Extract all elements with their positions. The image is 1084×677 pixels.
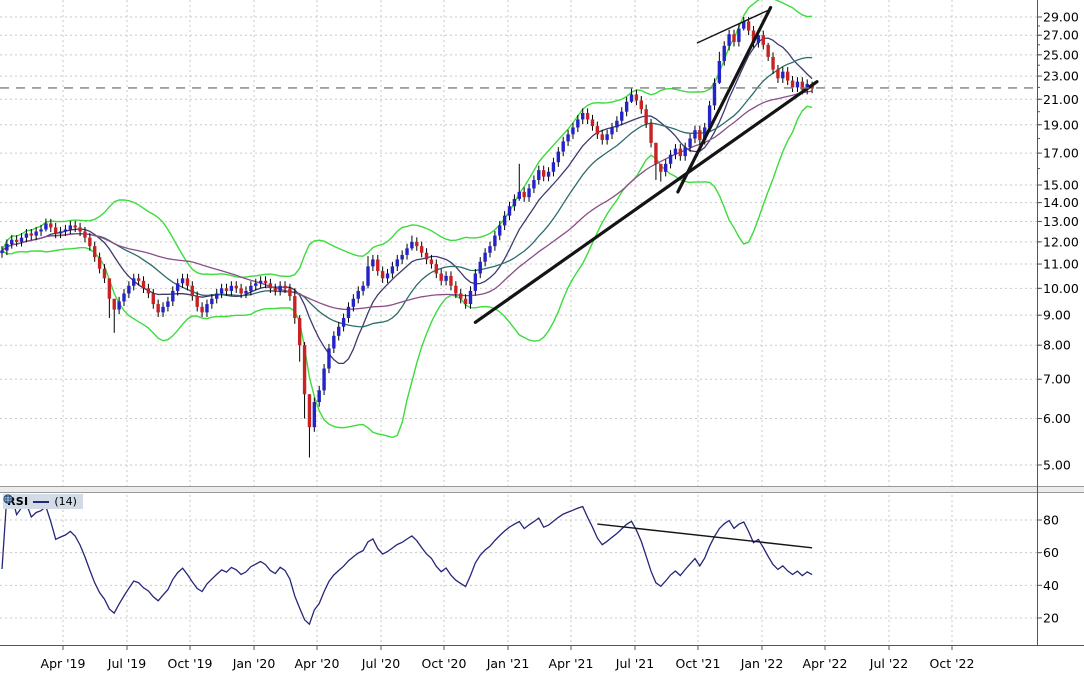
svg-text:Jan '20: Jan '20 xyxy=(232,656,276,671)
svg-text:Jul '19: Jul '19 xyxy=(107,656,146,671)
svg-text:Apr '21: Apr '21 xyxy=(549,656,594,671)
svg-text:Apr '20: Apr '20 xyxy=(295,656,340,671)
svg-text:19.00: 19.00 xyxy=(1043,117,1079,132)
svg-text:6.00: 6.00 xyxy=(1043,411,1071,426)
rsi-indicator-header[interactable]: RSI (14) xyxy=(3,494,83,509)
svg-text:14.00: 14.00 xyxy=(1043,195,1079,210)
panel-separator xyxy=(0,486,1084,493)
svg-text:10.00: 10.00 xyxy=(1043,281,1079,296)
svg-text:60: 60 xyxy=(1043,545,1059,560)
candlestick-series[interactable] xyxy=(0,16,814,458)
rsi-axis: 80 60 40 20 xyxy=(1037,513,1059,625)
rsi-line xyxy=(1,494,813,626)
rsi-line-sample xyxy=(33,500,50,503)
svg-text:Oct '21: Oct '21 xyxy=(676,656,721,671)
svg-text:5.00: 5.00 xyxy=(1043,457,1071,472)
bollinger-bands xyxy=(1,0,813,439)
svg-text:Apr '22: Apr '22 xyxy=(803,656,848,671)
svg-text:12.00: 12.00 xyxy=(1043,234,1079,249)
svg-text:25.00: 25.00 xyxy=(1043,47,1079,62)
svg-text:17.00: 17.00 xyxy=(1043,146,1079,161)
svg-text:Oct '22: Oct '22 xyxy=(930,656,975,671)
svg-text:80: 80 xyxy=(1043,513,1059,528)
svg-text:Oct '20: Oct '20 xyxy=(422,656,467,671)
svg-text:9.00: 9.00 xyxy=(1043,308,1071,323)
svg-text:Apr '19: Apr '19 xyxy=(41,656,86,671)
svg-text:13.00: 13.00 xyxy=(1043,214,1079,229)
chart-canvas[interactable]: 29.00 27.00 25.00 23.00 21.00 19.00 17.00 15.00… xyxy=(0,0,1084,677)
time-axis: Apr '19 Jul '19 Oct '19 Jan '20 Apr '20 Jul '… xyxy=(0,645,1084,671)
rsi-period-label: (14) xyxy=(54,495,77,508)
rsi-trendline[interactable] xyxy=(597,523,813,549)
svg-text:Jan '22: Jan '22 xyxy=(740,656,784,671)
svg-text:Jan '21: Jan '21 xyxy=(486,656,530,671)
svg-text:20: 20 xyxy=(1043,610,1059,625)
svg-text:Jul '22: Jul '22 xyxy=(869,656,908,671)
svg-text:21.00: 21.00 xyxy=(1043,92,1079,107)
svg-text:8.00: 8.00 xyxy=(1043,338,1071,353)
svg-text:40: 40 xyxy=(1043,578,1059,593)
chart-window: 29.00 27.00 25.00 23.00 21.00 19.00 17.00 15.00… xyxy=(0,0,1084,677)
svg-text:7.00: 7.00 xyxy=(1043,372,1071,387)
svg-text:11.00: 11.00 xyxy=(1043,257,1079,272)
svg-text:23.00: 23.00 xyxy=(1043,69,1079,84)
svg-text:Jul '21: Jul '21 xyxy=(615,656,654,671)
svg-text:Jul '20: Jul '20 xyxy=(361,656,400,671)
svg-text:29.00: 29.00 xyxy=(1043,10,1079,25)
svg-text:15.00: 15.00 xyxy=(1043,178,1079,193)
svg-text:Oct '19: Oct '19 xyxy=(168,656,213,671)
svg-text:27.00: 27.00 xyxy=(1043,28,1079,43)
gridlines xyxy=(0,0,1037,645)
globe-icon[interactable] xyxy=(3,494,13,504)
moving-averages xyxy=(1,37,813,365)
